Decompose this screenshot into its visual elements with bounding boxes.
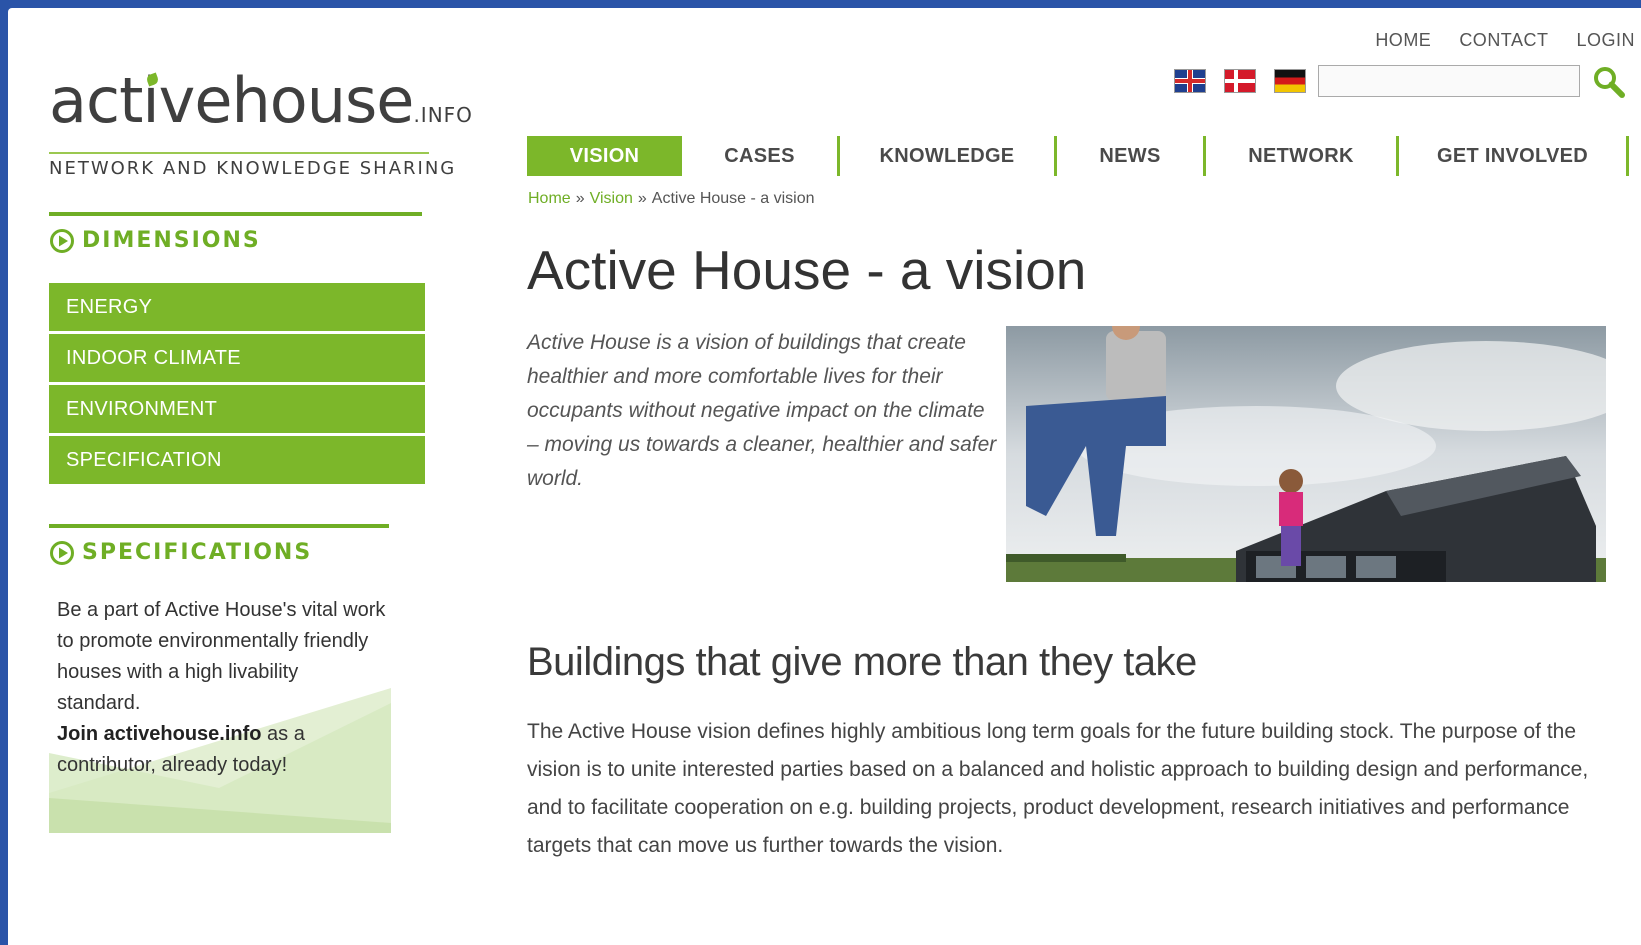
- nav-get-involved[interactable]: GET INVOLVED: [1399, 136, 1626, 176]
- search-input[interactable]: [1318, 65, 1580, 97]
- logo-suffix: .INFO: [413, 103, 473, 127]
- breadcrumb-home[interactable]: Home: [528, 190, 571, 207]
- nav-divider: [1626, 136, 1629, 176]
- page: acti vehouse.INFO NETWORK AND KNOWLEDGE S…: [8, 8, 1641, 945]
- breadcrumb-current: Active House - a vision: [651, 190, 815, 207]
- dimensions-list: ENERGY INDOOR CLIMATE ENVIRONMENT SPECIF…: [49, 283, 425, 487]
- top-link-login[interactable]: LOGIN: [1576, 30, 1635, 51]
- dimensions-heading: DIMENSIONS: [50, 228, 261, 253]
- nav-vision[interactable]: VISION: [527, 136, 682, 176]
- uk-flag-icon[interactable]: [1174, 69, 1206, 93]
- specifications-heading: SPECIFICATIONS: [50, 540, 312, 565]
- body-paragraph: The Active House vision defines highly a…: [527, 720, 1589, 857]
- play-circle-icon: [50, 228, 74, 253]
- specifications-text: Be a part of Active House's vital work t…: [57, 599, 386, 776]
- breadcrumb-vision[interactable]: Vision: [590, 190, 633, 207]
- sidebar-item-specification[interactable]: SPECIFICATION: [49, 436, 425, 484]
- nav-knowledge[interactable]: KNOWLEDGE: [840, 136, 1054, 176]
- breadcrumb: Home» Vision» Active House - a vision: [528, 190, 815, 207]
- hero-image: [1006, 326, 1606, 582]
- intro-text: Active House is a vision of buildings th…: [527, 331, 997, 490]
- sidebar-item-energy[interactable]: ENERGY: [49, 283, 425, 331]
- main-nav: VISION CASES KNOWLEDGE NEWS NETWORK GET …: [527, 136, 1629, 176]
- nav-cases[interactable]: CASES: [682, 136, 837, 176]
- language-selector: [1174, 69, 1306, 93]
- sidebar-rule: [49, 212, 422, 216]
- top-link-home[interactable]: HOME: [1375, 30, 1431, 51]
- join-link[interactable]: Join activehouse.info: [57, 723, 261, 745]
- logo-tagline: NETWORK AND KNOWLEDGE SHARING: [49, 152, 454, 179]
- denmark-flag-icon[interactable]: [1224, 69, 1256, 93]
- sidebar-item-indoor-climate[interactable]: INDOOR CLIMATE: [49, 334, 425, 382]
- section-heading: Buildings that give more than they take: [527, 640, 1197, 684]
- top-links: HOME CONTACT LOGIN: [1375, 30, 1635, 51]
- search-icon[interactable]: [1592, 65, 1626, 99]
- logo-wordmark: acti vehouse.INFO: [49, 64, 473, 137]
- play-circle-icon: [50, 540, 74, 565]
- nav-news[interactable]: NEWS: [1057, 136, 1203, 176]
- nav-network[interactable]: NETWORK: [1206, 136, 1396, 176]
- sidebar-item-environment[interactable]: ENVIRONMENT: [49, 385, 425, 433]
- sidebar-rule: [49, 524, 389, 528]
- site-logo[interactable]: acti vehouse.INFO NETWORK AND KNOWLEDGE S…: [49, 70, 473, 179]
- top-link-contact[interactable]: CONTACT: [1459, 30, 1548, 51]
- page-title: Active House - a vision: [527, 239, 1087, 301]
- specifications-promo: Be a part of Active House's vital work t…: [49, 593, 391, 833]
- germany-flag-icon[interactable]: [1274, 69, 1306, 93]
